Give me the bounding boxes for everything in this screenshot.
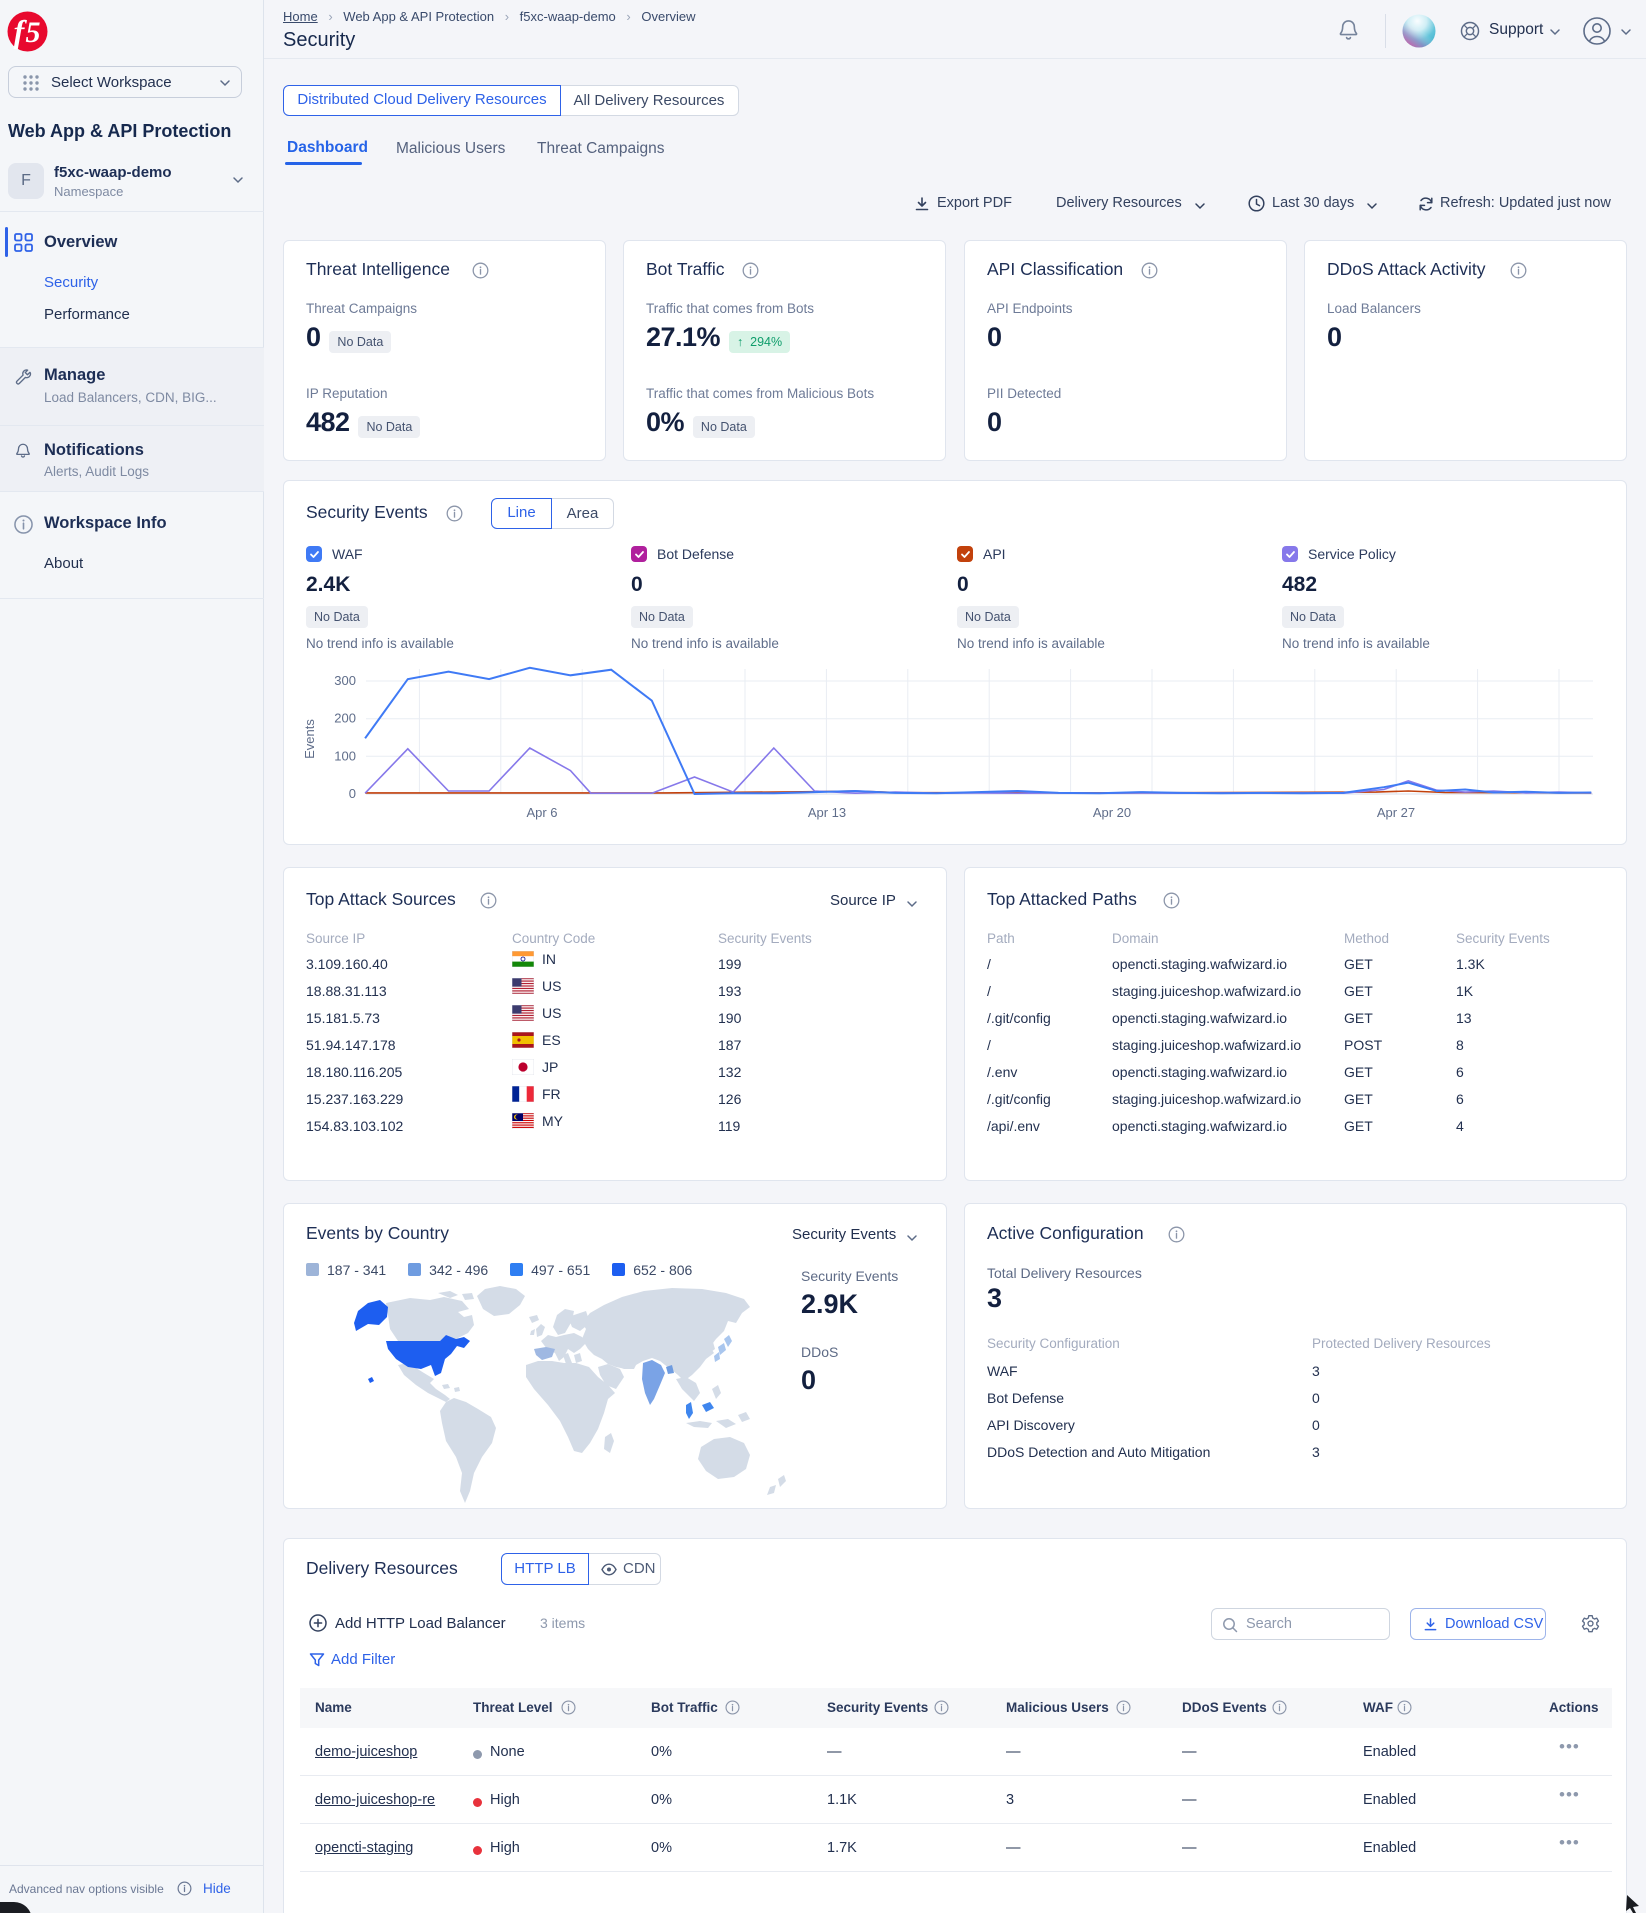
svg-text:0: 0 xyxy=(349,786,356,801)
svg-text:200: 200 xyxy=(334,711,356,726)
svg-text:100: 100 xyxy=(334,748,356,763)
svg-text:Apr 20: Apr 20 xyxy=(1093,805,1131,820)
svg-text:300: 300 xyxy=(334,673,356,688)
svg-text:Events: Events xyxy=(302,719,317,759)
svg-text:Apr 27: Apr 27 xyxy=(1377,805,1415,820)
svg-text:5: 5 xyxy=(26,16,41,49)
svg-text:Apr 13: Apr 13 xyxy=(808,805,846,820)
svg-text:Apr 6: Apr 6 xyxy=(526,805,557,820)
